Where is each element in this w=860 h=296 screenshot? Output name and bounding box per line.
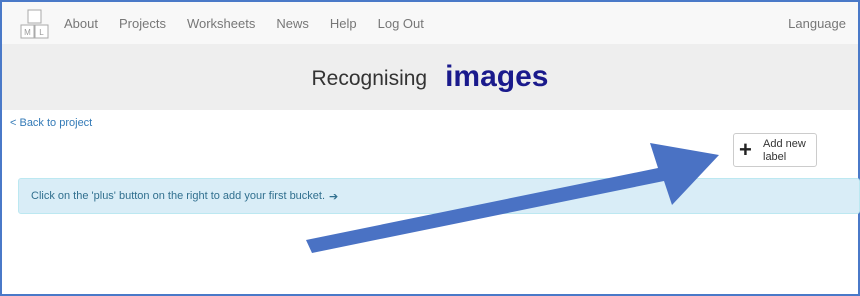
back-to-project-link[interactable]: < Back to project [10,117,92,129]
page-header: Recognising images [2,44,858,110]
nav-news-link[interactable]: News [276,16,309,31]
page-title: images [445,60,549,93]
add-new-label-text: Add new label [763,138,806,163]
nav-projects-link[interactable]: Projects [119,16,166,31]
add-new-label-button[interactable]: + Add new label [733,133,817,167]
info-alert-text: Click on the 'plus' button on the right … [31,190,326,202]
nav-logout-link[interactable]: Log Out [378,16,424,31]
nav-links: About Projects Worksheets News Help Log … [64,2,445,44]
language-menu[interactable]: Language [788,2,846,44]
top-navbar: M L About Projects Worksheets News Help … [2,2,858,45]
page-title-prefix: Recognising [311,67,428,90]
ml-logo-icon[interactable]: M L [20,9,50,39]
plus-icon: + [739,137,752,162]
nav-about-link[interactable]: About [64,16,98,31]
svg-text:M: M [24,28,31,37]
nav-help-link[interactable]: Help [330,16,357,31]
svg-text:L: L [39,28,44,37]
nav-worksheets-link[interactable]: Worksheets [187,16,255,31]
info-alert: Click on the 'plus' button on the right … [18,178,860,214]
arrow-right-icon: ➔ [329,190,339,203]
